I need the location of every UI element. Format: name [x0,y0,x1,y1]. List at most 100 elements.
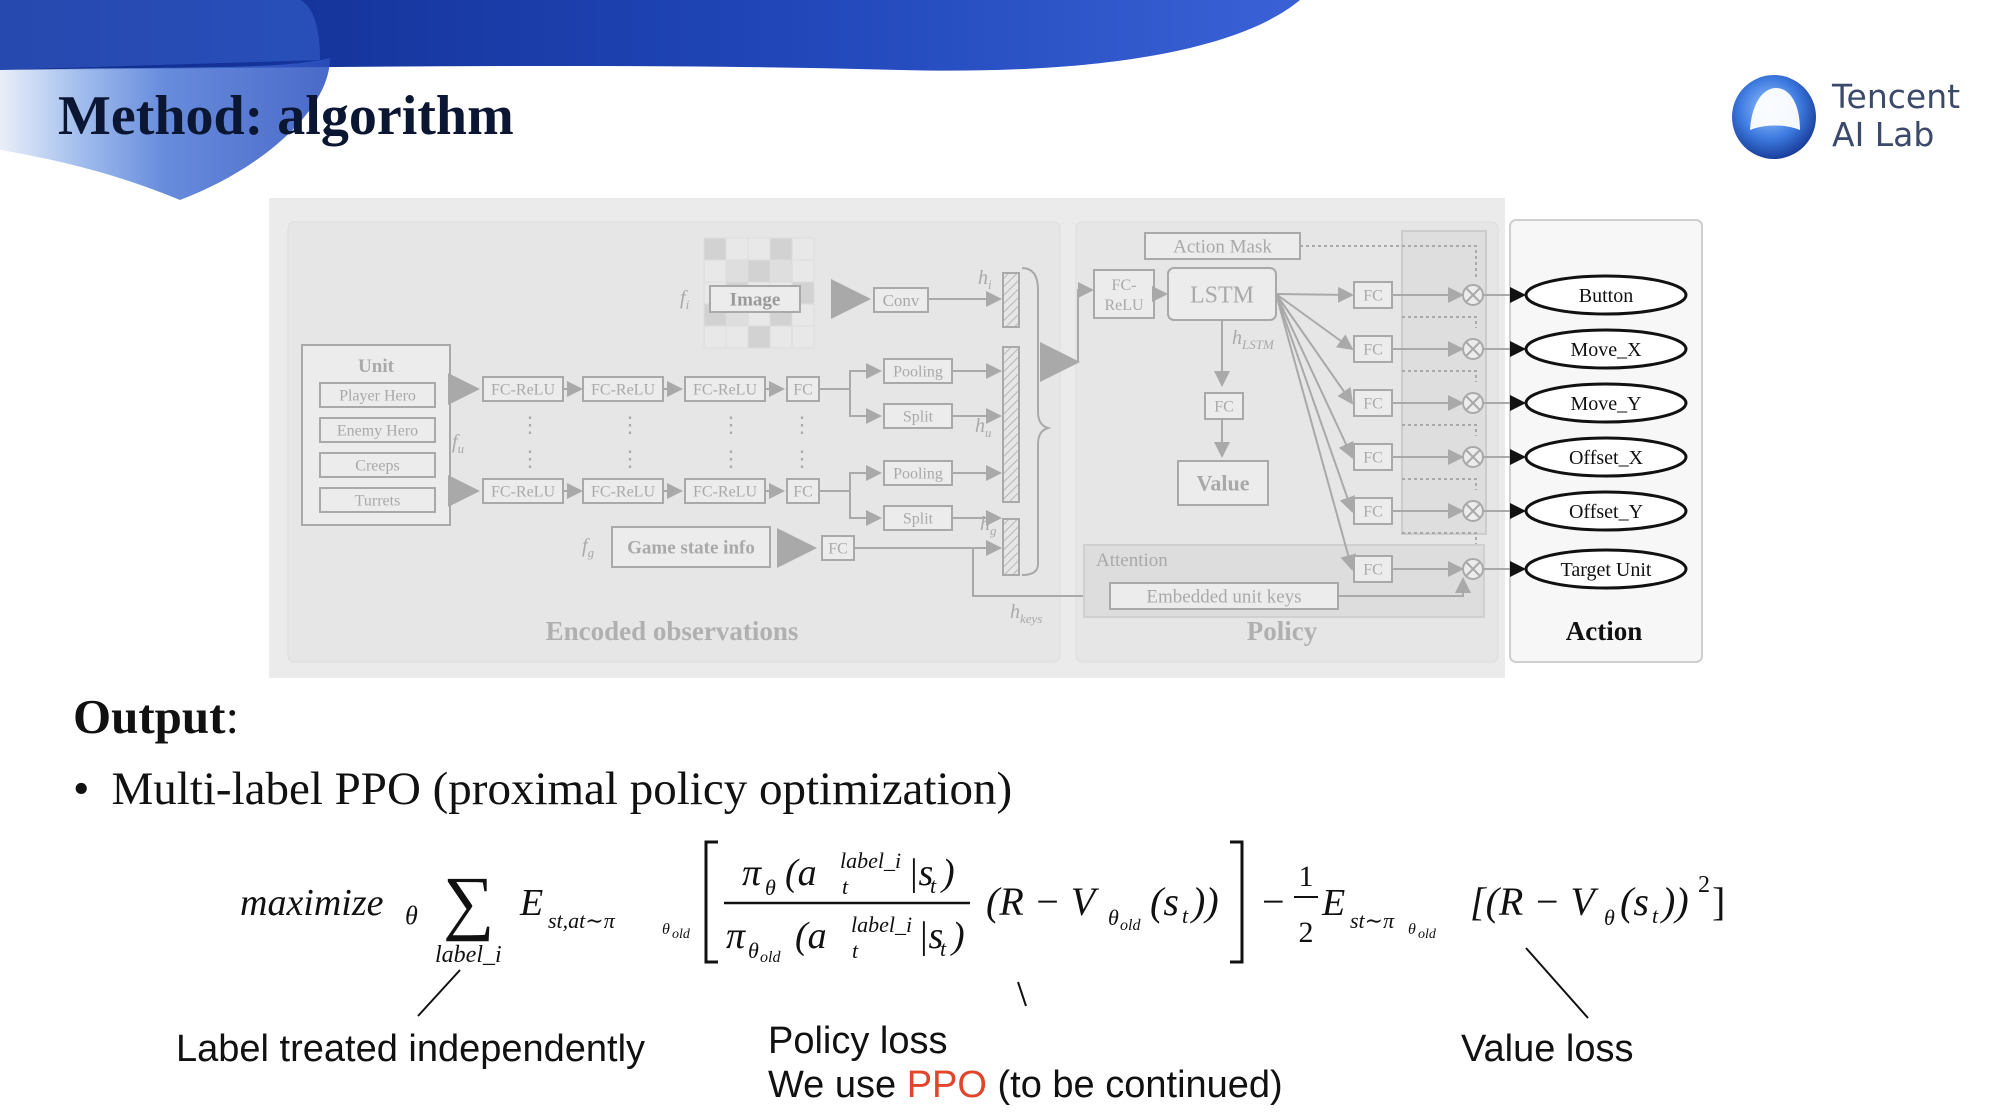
unit-item-label: Turrets [355,493,401,510]
node-value-label: Value [1197,471,1250,496]
formula-v-square: 2 [1698,872,1710,898]
node-fc-head-label: FC [1363,342,1383,359]
hi-bar [1002,272,1020,328]
formula-den-t: t [852,938,859,963]
formula-den-pi: π [726,915,746,957]
action-node-label: Target Unit [1561,559,1652,581]
node-fc-head-label: FC [1363,288,1383,305]
node-fc-relu-label: FC-ReLU [591,484,655,501]
image-grid-cell [725,259,749,283]
formula-v-t: t [1652,903,1659,928]
image-grid-cell [769,259,793,283]
note-ppo-pre: We use [768,1064,907,1106]
note-value-loss: Value loss [1461,1028,1634,1070]
action-node-label: Move_X [1570,339,1642,361]
formula-E1-sub-old: old [672,927,691,942]
image-grid-cell [703,259,727,283]
image-grid-cell [791,237,815,261]
formula-num-t: t [842,874,849,899]
action-node-label: Offset_X [1569,447,1644,469]
node-embedded-keys-label: Embedded unit keys [1146,587,1301,608]
node-fc-relu-label: FC-ReLU [591,382,655,399]
formula-v-theta: θ [1604,905,1615,930]
formula-E1-sub-theta: θ [662,921,670,938]
action-node-label: Offset_Y [1569,501,1643,523]
node-fc-label: FC [793,484,813,501]
formula-E1-sub: st,at∼π [548,908,616,933]
ellipsis: ⋮ [519,412,541,437]
hg-bar [1002,518,1020,576]
arrow-lstm-fc-out [1275,286,1354,303]
ellipsis: ⋮ [791,446,813,471]
image-grid-cell [725,237,749,261]
node-fc-gamestate-label: FC [828,541,848,558]
formula-E2-sub: st∼π [1350,908,1395,933]
node-game-state-label: Game state info [627,538,755,559]
hu-bar [1002,346,1020,503]
note-ppo-line: We use PPO (to be continued) [768,1064,1283,1107]
logo-line-1: Tencent [1832,77,1961,116]
unit-item-label: Enemy Hero [337,423,418,440]
image-grid-cell [747,237,771,261]
node-fc-value-label: FC [1214,399,1234,416]
bullet-dot: • [73,763,90,815]
node-pooling-label: Pooling [893,466,943,483]
tencent-ai-lab-logo-icon [1732,75,1816,159]
unit-item-label: Creeps [355,458,399,475]
formula-v-term: [(R − V [1470,879,1599,924]
formula-E2-old: old [1418,927,1437,942]
ellipsis: ⋮ [619,412,641,437]
node-fc-relu-label: FC-ReLU [491,484,555,501]
image-grid-cell [725,325,749,349]
formula-adv-close: )) [1190,879,1219,924]
note-ppo-highlight: PPO [906,1064,987,1106]
formula-den-a: (a [795,915,827,957]
formula-maximize-theta: θ [405,901,418,930]
node-fc-relu-policy-line1: FC- [1112,277,1137,294]
pointer-value [1525,947,1589,1019]
formula-den-st: t [940,936,947,961]
formula-num-a: (a [785,852,817,894]
formula-E2: E [1321,882,1345,924]
formula-bracket-right [1230,840,1244,964]
formula-v-close: )) [1660,879,1689,924]
note-policy-loss: Policy loss [768,1020,948,1062]
logo-text: Tencent AI Lab [1832,78,1960,154]
node-fc-label: FC [793,382,813,399]
unit-item-label: Player Hero [339,388,416,405]
image-grid-cell [791,259,815,283]
ellipsis: ⋮ [519,446,541,471]
ellipsis: ⋮ [619,446,641,471]
image-grid-cell [703,237,727,261]
bullet-item: • Multi-label PPO (proximal policy optimi… [73,762,1012,816]
image-grid-cell [747,259,771,283]
node-action-mask-label: Action Mask [1173,237,1272,258]
formula-num-close: ) [940,852,955,894]
unit-header: Unit [358,356,395,377]
node-lstm-label: LSTM [1190,282,1254,308]
formula-minus: − [1262,879,1285,924]
formula-E1: E [519,882,543,924]
section-label-encoded: Encoded observations [546,616,799,646]
formula-E2-theta: θ [1408,921,1416,938]
node-split-label: Split [903,511,934,528]
formula-adv-s: (s [1150,879,1179,924]
formula-adv: (R − V [986,879,1100,924]
attention-label: Attention [1096,550,1168,571]
formula-maximize: maximize [240,882,384,924]
formula-den-old: old [760,949,781,966]
image-grid-cell [747,325,771,349]
formula-adv-theta: θ [1108,905,1119,930]
formula-v-bracket: ] [1712,879,1725,924]
formula-num-pi: π [742,852,762,894]
node-fc-head-label: FC [1363,396,1383,413]
image-grid-cell [769,237,793,261]
note-label-independent: Label treated independently [176,1028,646,1070]
slide-canvas: Encoded observations Policy ActionImagefi C… [0,0,1816,1019]
node-conv-label: Conv [883,291,920,310]
image-grid-cell [791,325,815,349]
note-ppo-post: (to be continued) [986,1064,1283,1106]
formula-num-sup: label_i [840,848,901,873]
formula-adv-old: old [1120,917,1141,934]
node-fc-head-label: FC [1363,450,1383,467]
